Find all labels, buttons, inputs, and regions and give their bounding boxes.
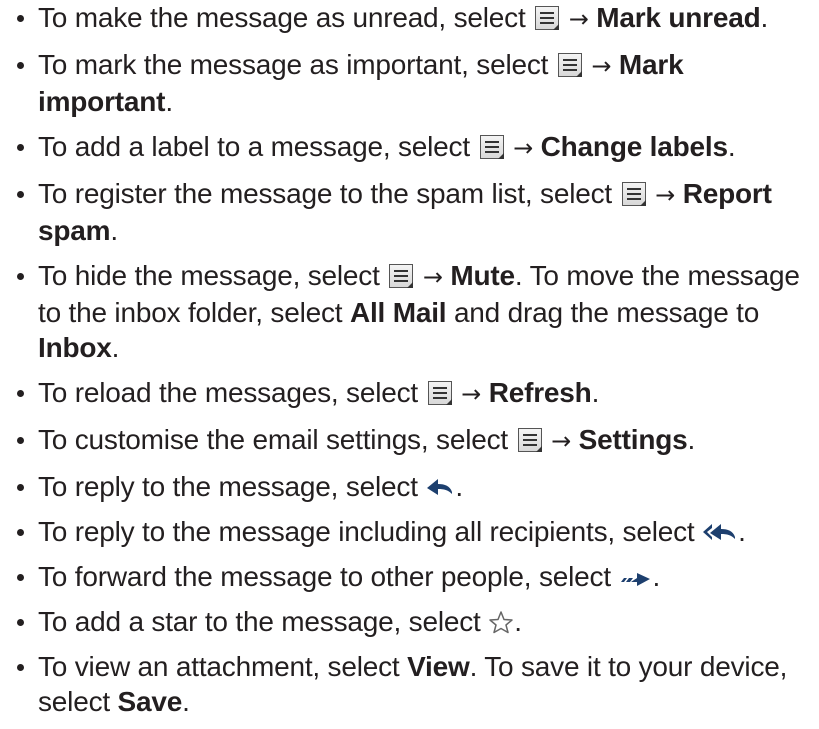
list-item: To add a label to a message, select → Ch… [0, 129, 819, 166]
arrow-icon: → [513, 134, 534, 162]
list-item: To hide the message, select → Mute. To m… [0, 258, 819, 365]
arrow-icon: → [568, 5, 589, 33]
list-item: To register the message to the spam list… [0, 176, 819, 248]
menu-option: View [407, 651, 470, 682]
menu-icon [479, 135, 504, 159]
list-item: To reply to the message including all re… [0, 514, 819, 549]
arrow-icon: → [591, 52, 612, 80]
menu-option: Mark unread [596, 2, 761, 33]
menu-icon [517, 428, 542, 452]
list-item: To reply to the message, select . [0, 469, 819, 504]
list-item: To make the message as unread, select → … [0, 0, 819, 37]
list-item: To reload the messages, select → Refresh… [0, 375, 819, 412]
menu-icon [621, 182, 646, 206]
reply-all-icon [703, 524, 736, 540]
list-item: To forward the message to other people, … [0, 559, 819, 594]
menu-icon [389, 264, 414, 288]
menu-icon [557, 53, 582, 77]
menu-icon [535, 6, 560, 30]
arrow-icon: → [655, 181, 676, 209]
folder-name: All Mail [349, 297, 447, 328]
menu-option: Mute [450, 260, 515, 291]
list-item: To customise the email settings, select … [0, 422, 819, 459]
menu-option: Settings [578, 424, 688, 455]
instruction-list: To make the message as unread, select → … [0, 0, 819, 729]
menu-icon [427, 381, 452, 405]
menu-option: Refresh [488, 377, 592, 408]
arrow-icon: → [461, 380, 482, 408]
list-item: To view an attachment, select View. To s… [0, 649, 819, 719]
list-item: To add a star to the message, select . [0, 604, 819, 639]
forward-icon [620, 573, 650, 586]
list-item: To mark the message as important, select… [0, 47, 819, 119]
folder-name: Inbox [38, 332, 112, 363]
star-icon [489, 611, 513, 634]
menu-option: Change labels [540, 131, 728, 162]
reply-icon [427, 479, 453, 495]
menu-option: Save [117, 686, 183, 717]
arrow-icon: → [422, 263, 443, 291]
arrow-icon: → [551, 427, 572, 455]
